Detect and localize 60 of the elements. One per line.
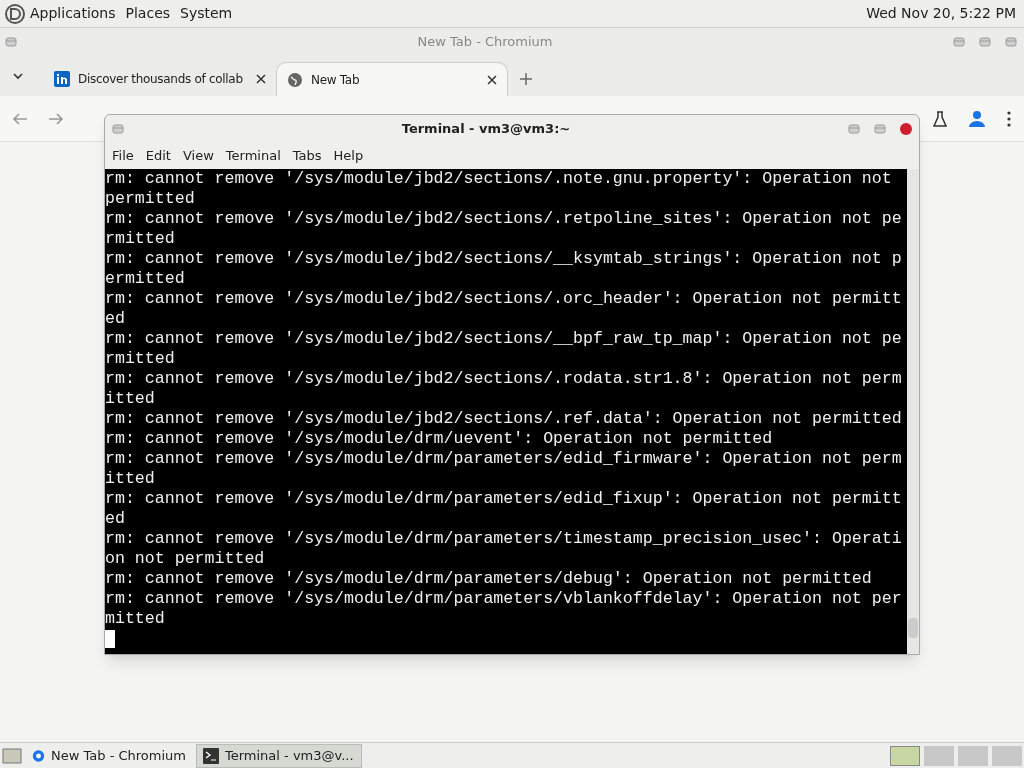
terminal-line: rm: cannot remove '/sys/module/jbd2/sections/__bpf_raw_tp_map': Operation not pe [105,329,902,349]
taskbar-button[interactable]: New Tab - Chromium [26,743,192,768]
profile-icon[interactable] [968,109,986,128]
terminal-line: ed [105,309,125,329]
window-title: Terminal - vm3@vm3:~ [400,120,572,139]
terminal-line: rm: cannot remove '/sys/module/jbd2/sections/.ref.data': Operation not permitted [105,409,902,429]
workspace-switcher[interactable] [924,745,954,766]
browser-tab[interactable]: Discover thousands of collab [44,62,276,96]
browser-tab[interactable]: New Tab [276,62,508,96]
terminal-line: rmitted [105,349,175,369]
terminal-line: permitted [105,189,195,209]
taskbar-button[interactable]: Terminal - vm3@v... [196,743,362,768]
chevron-down-icon[interactable] [12,70,24,82]
back-icon[interactable] [12,110,28,127]
scrollbar[interactable] [907,169,919,654]
menu-item[interactable]: View [177,146,219,166]
terminal-line: rm: cannot remove '/sys/module/jbd2/sections/.rodata.str1.8': Operation not perm [105,369,902,389]
workspace-switcher[interactable] [958,745,988,766]
terminal-line: rm: cannot remove '/sys/module/drm/parameters/debug': Operation not permitted [105,569,872,589]
panel-menu[interactable]: System [180,3,233,24]
browser-icon [32,747,46,764]
clock[interactable]: Wed Nov 20, 5:22 PM [866,3,1016,24]
terminal-line: itted [105,469,155,489]
menu-item[interactable]: Help [328,146,369,166]
terminal-line: on not permitted [105,549,265,569]
window-title: New Tab - Chromium [416,33,554,52]
distro-logo-icon[interactable] [4,2,26,25]
plus-icon[interactable] [520,73,532,85]
workspace-switcher[interactable] [890,745,920,766]
terminal-line: rm: cannot remove '/sys/module/drm/parameters/edid_fixup': Operation not permitt [105,489,902,509]
terminal-line: rm: cannot remove '/sys/module/drm/parameters/timestamp_precision_usec': Operati [105,529,902,549]
flask-icon[interactable] [932,110,948,127]
terminal-line: rm: cannot remove '/sys/module/jbd2/sections/__ksymtab_strings': Operation not p [105,249,902,269]
network-logo-icon [54,71,70,87]
desktop-icon[interactable] [2,746,22,765]
terminal-line: rm: cannot remove '/sys/module/drm/parameters/vblankoffdelay': Operation not per [105,589,902,609]
terminal-line: rm: cannot remove '/sys/module/jbd2/sections/.note.gnu.property': Operation not [105,169,892,189]
text-cursor [105,630,115,648]
panel-menu[interactable]: Applications [30,3,116,24]
terminal-line: rm: cannot remove '/sys/module/jbd2/sections/.retpoline_sites': Operation not pe [105,209,902,229]
terminal-line: mitted [105,609,165,629]
workspace-switcher[interactable] [992,745,1022,766]
terminal-line: itted [105,389,155,409]
terminal-line: rmitted [105,229,175,249]
menu-item[interactable]: Terminal [220,146,286,166]
menu-icon[interactable] [1006,110,1012,127]
terminal-line: ermitted [105,269,185,289]
tab-title: New Tab [311,71,361,89]
terminal-line: rm: cannot remove '/sys/module/drm/uevent': Operation not permitted [105,429,773,449]
terminal-line: rm: cannot remove '/sys/module/jbd2/sections/.orc_header': Operation not permitt [105,289,902,309]
globe-icon [287,71,303,88]
tab-title: Discover thousands of collab [78,71,244,88]
panel-menu[interactable]: Places [125,3,171,24]
menu-item[interactable]: Edit [140,146,176,166]
terminal-line: ed [105,509,125,529]
terminal-icon [203,747,219,764]
terminal-line: rm: cannot remove '/sys/module/drm/parameters/edid_firmware': Operation not perm [105,449,902,469]
forward-icon[interactable] [48,110,64,127]
menu-item[interactable]: File [107,146,139,166]
menu-item[interactable]: Tabs [287,146,327,166]
